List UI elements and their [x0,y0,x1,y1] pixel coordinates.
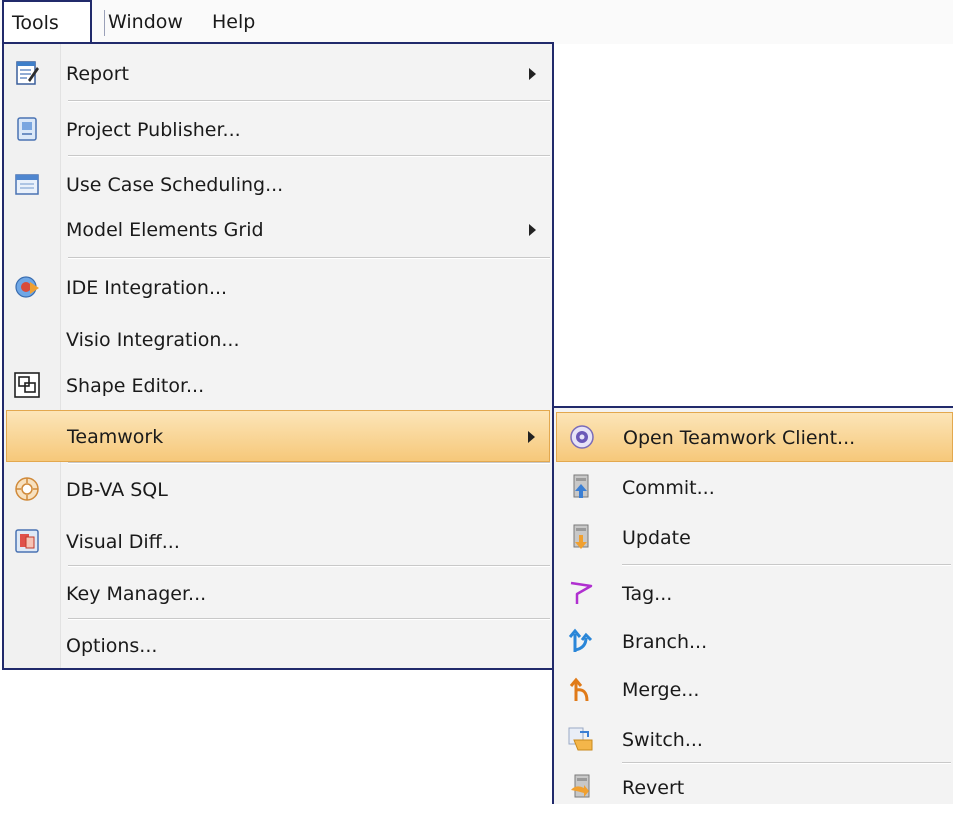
menubar-divider [104,10,105,36]
calendar-icon [15,174,39,195]
menu-item-label: Open Teamwork Client... [623,427,856,449]
commit-icon [573,474,589,498]
shape-editor-icon [14,372,40,398]
menubar: Tools Window Help [0,0,953,44]
menu-item-visual-diff[interactable]: Visual Diff... [4,516,552,568]
menu-item-ide-integration[interactable]: IDE Integration... [4,262,552,314]
menu-item-label: Report [66,63,129,85]
submenu-arrow-icon [529,224,536,236]
submenu-item-merge[interactable]: Merge... [554,664,953,716]
menu-item-label: Visio Integration... [66,329,240,351]
menu-item-label: Options... [66,635,158,657]
merge-icon [569,677,589,702]
menu-item-label: Shape Editor... [66,375,205,397]
menu-item-visio-integration[interactable]: Visio Integration... [4,314,552,366]
submenu-item-branch[interactable]: Branch... [554,616,953,668]
menu-item-model-elements-grid[interactable]: Model Elements Grid [4,204,552,256]
menu-item-label: Project Publisher... [66,119,241,141]
menu-item-label: Model Elements Grid [66,219,264,241]
menubar-window[interactable]: Window [104,0,183,44]
submenu-item-tag[interactable]: Tag... [554,568,953,620]
menu-separator [68,100,550,102]
menu-item-report[interactable]: Report [4,48,552,100]
tools-menu: Report Project Publisher... Use Case Sch… [2,42,554,670]
menu-separator [622,564,951,566]
menu-item-shape-editor[interactable]: Shape Editor... [4,360,552,412]
menu-item-label: Merge... [622,679,700,701]
menu-item-label: Tag... [622,583,673,605]
menu-item-label: Commit... [622,477,715,499]
menubar-tools[interactable]: Tools [2,0,92,44]
menu-separator [68,565,550,567]
menubar-tools-label: Tools [12,12,59,34]
menubar-help[interactable]: Help [212,0,255,44]
menu-item-label: Visual Diff... [66,531,180,553]
menu-separator [68,257,550,259]
switch-icon [568,727,593,751]
menu-separator [68,155,550,157]
menu-item-label: Branch... [622,631,708,653]
menubar-help-label: Help [212,11,256,33]
menu-item-options[interactable]: Options... [4,620,552,672]
submenu-arrow-icon [528,431,535,443]
update-icon [573,524,589,549]
visual-diff-icon [15,529,39,553]
ide-icon [15,276,39,298]
teamwork-submenu: Open Teamwork Client... Commit... Update… [552,406,953,804]
submenu-arrow-icon [529,68,536,80]
menu-item-label: IDE Integration... [66,277,228,299]
menubar-window-label: Window [108,11,183,33]
branch-icon [568,628,593,652]
publisher-icon [17,117,37,141]
menu-item-label: Teamwork [67,426,164,448]
menu-item-project-publisher[interactable]: Project Publisher... [4,104,552,156]
menu-item-label: Key Manager... [66,583,207,605]
submenu-item-commit[interactable]: Commit... [554,462,953,514]
teamwork-client-icon [570,425,594,449]
submenu-item-update[interactable]: Update [554,512,953,564]
menu-item-label: Revert [622,777,685,799]
submenu-item-open-teamwork-client[interactable]: Open Teamwork Client... [556,412,953,462]
report-icon [16,61,39,85]
menu-item-label: Update [622,527,691,549]
menu-item-label: DB-VA SQL [66,479,168,501]
menu-item-key-manager[interactable]: Key Manager... [4,568,552,620]
menu-item-label: Switch... [622,729,703,751]
submenu-item-revert[interactable]: Revert [554,762,953,814]
revert-icon [571,774,590,798]
menu-item-teamwork[interactable]: Teamwork [6,410,550,462]
database-icon [15,477,39,501]
submenu-item-switch[interactable]: Switch... [554,714,953,766]
menu-item-db-va-sql[interactable]: DB-VA SQL [4,464,552,516]
tag-flag-icon [570,581,593,604]
